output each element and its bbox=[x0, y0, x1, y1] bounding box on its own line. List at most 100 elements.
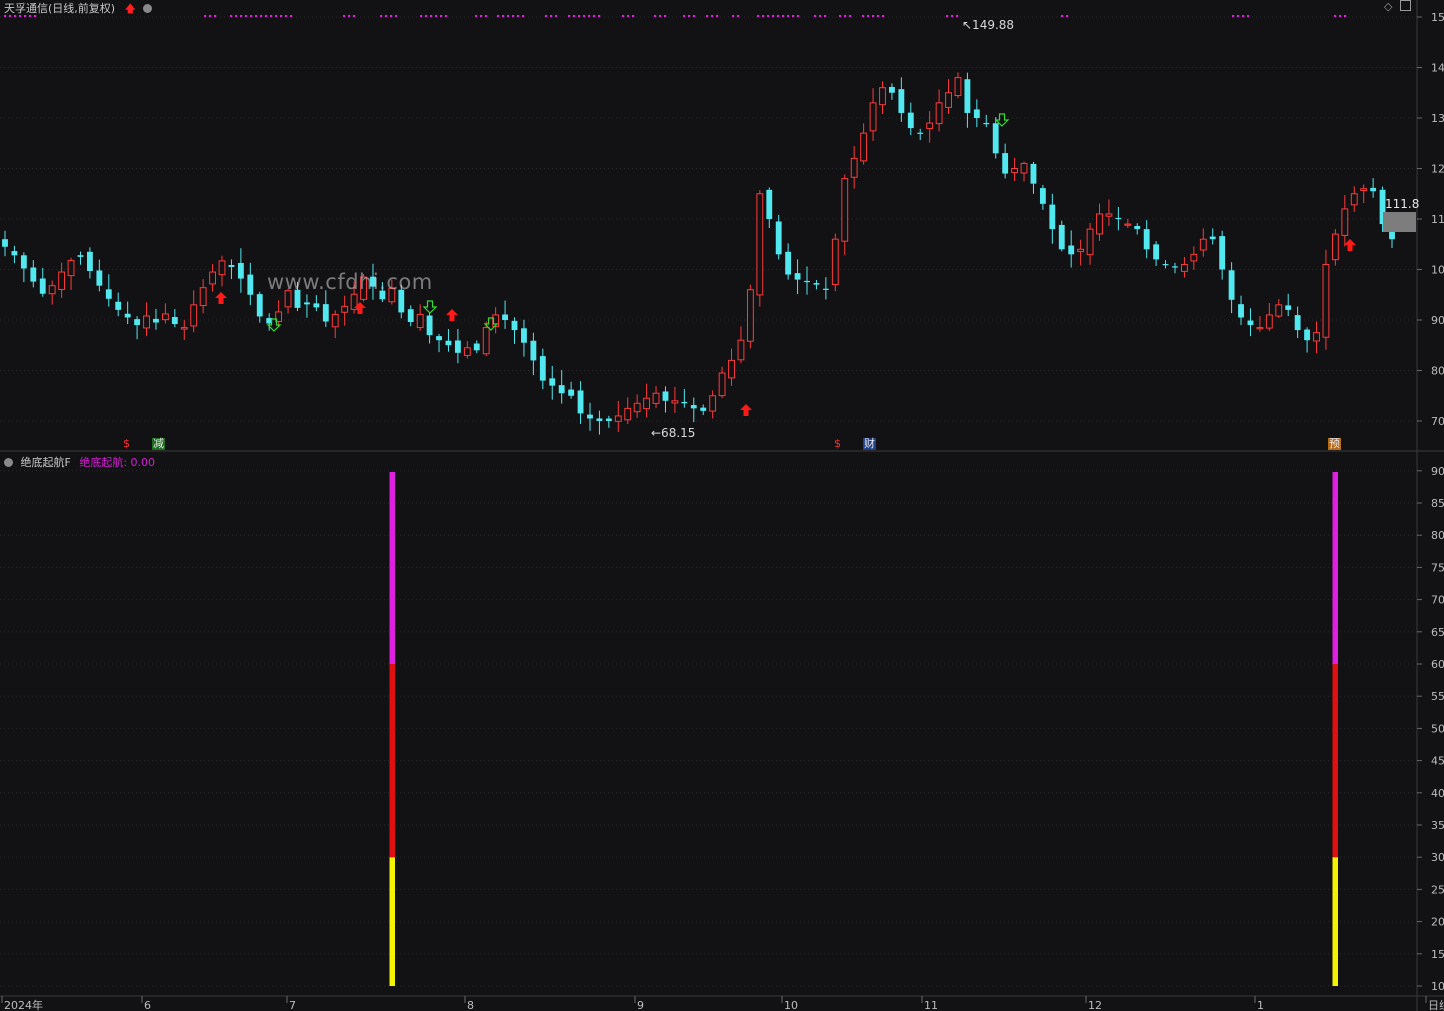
signal-dot bbox=[285, 15, 288, 18]
signal-dot bbox=[1344, 15, 1347, 18]
sell-arrow-icon bbox=[422, 300, 438, 314]
candle bbox=[662, 386, 669, 413]
candle bbox=[237, 248, 244, 293]
candle-body bbox=[700, 407, 707, 411]
signal-dot bbox=[797, 15, 800, 18]
candle bbox=[596, 410, 603, 435]
candle-body bbox=[511, 320, 518, 331]
candle-body bbox=[850, 157, 858, 178]
signal-dot bbox=[946, 15, 949, 18]
candle-body bbox=[614, 415, 622, 422]
candle bbox=[11, 245, 18, 264]
candle-body bbox=[20, 255, 27, 269]
signal-dot bbox=[497, 15, 500, 18]
candle bbox=[1199, 228, 1207, 257]
candle-body bbox=[605, 418, 612, 421]
candle-body bbox=[539, 356, 546, 381]
forecast-tag[interactable]: 预 bbox=[1328, 438, 1341, 450]
signal-dot bbox=[1237, 15, 1240, 18]
candle-body bbox=[1209, 236, 1216, 240]
candle bbox=[473, 340, 480, 354]
candle-body bbox=[134, 319, 141, 326]
signal-dot bbox=[737, 15, 740, 18]
candle bbox=[568, 381, 575, 399]
candle-body bbox=[831, 238, 839, 286]
diamond-icon[interactable]: ◇ bbox=[1384, 0, 1392, 13]
signal-dot bbox=[583, 15, 586, 18]
indicator-menu-icon[interactable] bbox=[4, 458, 13, 467]
signal-dot bbox=[782, 15, 785, 18]
signal-dot bbox=[480, 15, 483, 18]
signal-dot bbox=[627, 15, 630, 18]
dividend-tag[interactable]: $ bbox=[122, 438, 131, 450]
candle-body bbox=[709, 395, 717, 412]
candle-body bbox=[1162, 264, 1169, 266]
buy-arrow-icon bbox=[740, 404, 752, 416]
signal-dot bbox=[659, 15, 662, 18]
candle bbox=[20, 252, 27, 283]
candle bbox=[1313, 321, 1320, 354]
candle-body bbox=[1020, 162, 1028, 174]
chart-canvas[interactable]: 15 14 13 12 11 10 90 80 70 90 85 80 75 70 65 60 55 50 45 4… bbox=[0, 0, 1444, 1011]
signal-dot bbox=[255, 15, 258, 18]
candle bbox=[1049, 193, 1056, 244]
price-axis-label: 90 bbox=[1431, 314, 1444, 327]
signal-dot bbox=[732, 15, 735, 18]
dropdown-circle-icon[interactable] bbox=[143, 4, 153, 13]
candle-body bbox=[331, 313, 339, 328]
signal-dot bbox=[550, 15, 553, 18]
candle-body bbox=[124, 313, 131, 318]
candle-body bbox=[775, 221, 782, 255]
candle-body bbox=[341, 305, 349, 313]
candle-body bbox=[907, 112, 914, 129]
candle-body bbox=[67, 259, 75, 277]
signal-dot bbox=[485, 15, 488, 18]
candle bbox=[1209, 228, 1216, 245]
maximize-icon[interactable] bbox=[1399, 0, 1411, 11]
candle-body bbox=[407, 309, 414, 323]
candle bbox=[1285, 293, 1292, 317]
candle-body bbox=[473, 343, 480, 351]
signal-dot bbox=[844, 15, 847, 18]
candle bbox=[1030, 161, 1037, 194]
finance-tag[interactable]: 财 bbox=[863, 438, 876, 450]
candle bbox=[1011, 157, 1019, 182]
candle bbox=[879, 81, 886, 115]
candle bbox=[39, 267, 46, 297]
candle bbox=[256, 291, 263, 323]
candle bbox=[1020, 161, 1028, 182]
signal-dot bbox=[475, 15, 478, 18]
candle-body bbox=[1341, 208, 1349, 236]
candle bbox=[304, 294, 310, 318]
candle bbox=[1124, 218, 1132, 229]
candle bbox=[502, 300, 508, 329]
buy-arrow-icon bbox=[446, 309, 458, 321]
signal-dot bbox=[204, 15, 207, 18]
low-price-label: ←68.15 bbox=[651, 426, 695, 440]
indicator-axis-label: 30 bbox=[1431, 851, 1444, 864]
candle bbox=[860, 123, 868, 165]
reduce-holding-tag[interactable]: 减 bbox=[152, 438, 165, 450]
signal-bar-yellow bbox=[389, 857, 395, 986]
signal-dot bbox=[425, 15, 428, 18]
candle-body bbox=[879, 87, 886, 106]
candle bbox=[313, 295, 320, 312]
candle bbox=[850, 146, 858, 189]
candle bbox=[1068, 230, 1075, 268]
dividend-tag-2[interactable]: $ bbox=[833, 438, 842, 450]
signal-dot bbox=[683, 15, 686, 18]
signal-dot bbox=[872, 15, 875, 18]
signal-dot bbox=[956, 15, 959, 18]
indicator-axis-label: 90 bbox=[1431, 465, 1444, 478]
signal-dot bbox=[24, 15, 27, 18]
signal-dot bbox=[849, 15, 852, 18]
signal-dot bbox=[240, 15, 243, 18]
candle bbox=[822, 277, 829, 300]
candle bbox=[1115, 206, 1122, 231]
signal-dot bbox=[1232, 15, 1235, 18]
candle-body bbox=[568, 389, 575, 396]
signal-dot bbox=[654, 15, 657, 18]
candle-body bbox=[530, 340, 537, 361]
candle-body bbox=[96, 270, 103, 286]
candle bbox=[218, 255, 226, 287]
